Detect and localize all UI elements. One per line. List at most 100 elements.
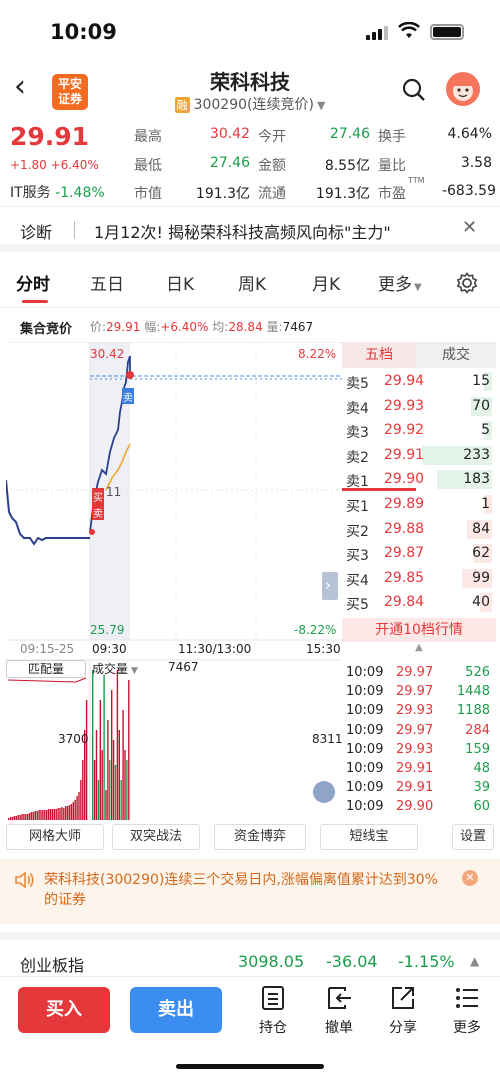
volume-bar (59, 808, 61, 820)
volume-bar (109, 760, 111, 820)
cancel-order-icon (314, 985, 364, 1015)
match-volume-tab[interactable]: 匹配量 (6, 660, 86, 678)
sell-tag-2[interactable]: 卖 (93, 505, 103, 520)
bid-row[interactable]: 买4 29.85 99 (342, 567, 496, 590)
bid-row[interactable]: 买5 29.84 40 (342, 591, 496, 614)
level-volume: 40 (472, 594, 490, 611)
volume-bar (74, 800, 76, 820)
price-change: +1.80 +6.40% (10, 158, 99, 172)
settings-button[interactable]: 设置 (452, 824, 494, 850)
share-icon (378, 985, 428, 1015)
tool-bar: 网格大师 双突战法 资金博弈 短线宝 设置 (0, 824, 500, 854)
double-break-button[interactable]: 双突战法 (112, 824, 200, 850)
tab-weekly-k[interactable]: 周K (238, 270, 266, 295)
float-value: 191.3亿 (315, 186, 370, 202)
diagnose-bar[interactable]: 诊断 1月12次! 揭秘荣科科技高频风向标"主力" ✕ (0, 206, 500, 252)
short-line-button[interactable]: 短线宝 (320, 824, 418, 850)
margin-tag: 融 (174, 97, 190, 113)
volume-total: 7467 (168, 660, 199, 674)
volume-bar (68, 805, 71, 820)
ask-row[interactable]: 卖4 29.93 70 (342, 395, 496, 418)
trade-volume-tab-label: 成交量 (92, 662, 129, 676)
high-label: 最高 (134, 129, 162, 145)
diagnose-text[interactable]: 1月12次! 揭秘荣科科技高频风向标"主力" (94, 219, 454, 243)
trade-tick-row: 10:09 29.90 60 (342, 798, 496, 817)
orderbook-tab-trades[interactable]: 成交 (416, 342, 496, 368)
holdings-button[interactable]: 持仓 (248, 985, 298, 1037)
info-range-label: 幅: (144, 320, 161, 334)
tab-five-day[interactable]: 五日 (90, 270, 124, 295)
volume-bar (114, 765, 117, 820)
volume-bar (46, 810, 48, 820)
tab-daily-k[interactable]: 日K (166, 270, 194, 295)
ask-row[interactable]: 卖3 29.92 5 (342, 419, 496, 442)
volume-bar (93, 760, 96, 820)
notice-text: 荣科科技(300290)连续三个交易日内,涨幅偏离值累计达到30%的证券 (44, 872, 438, 908)
volume-bar (23, 814, 25, 820)
volume-bar (17, 815, 19, 820)
chart-top-pct: 8.22% (298, 347, 337, 361)
search-icon[interactable] (402, 78, 426, 106)
buy-tag[interactable]: 买 (93, 489, 103, 504)
low-value: 27.46 (209, 155, 250, 171)
tick-volume: 39 (473, 780, 490, 796)
status-time: 10:09 (50, 20, 117, 44)
settings-gear-icon[interactable] (456, 272, 478, 298)
bid-row[interactable]: 买1 29.89 1 (342, 493, 496, 516)
volume-bar (80, 780, 82, 820)
tab-monthly-k[interactable]: 月K (312, 270, 340, 295)
avatar[interactable] (446, 72, 480, 106)
index-expand-icon[interactable]: ▲ (470, 954, 479, 968)
tab-intraday[interactable]: 分时 (16, 270, 50, 295)
grid-master-button[interactable]: 网格大师 (6, 824, 104, 850)
tab-more[interactable]: 更多 ▼ (378, 270, 422, 295)
ask-row[interactable]: 卖5 29.94 15 (342, 370, 496, 393)
stock-code-text: 300290(连续竞价) (193, 97, 314, 113)
trade-volume-bars (92, 670, 130, 820)
share-button[interactable]: 分享 (378, 985, 428, 1037)
bid-row[interactable]: 买3 29.87 62 (342, 542, 496, 565)
tick-volume: 284 (465, 722, 490, 738)
battery-icon (430, 24, 464, 40)
more-label: 更多 (453, 1020, 481, 1036)
volume-bar (78, 792, 80, 820)
intraday-chart[interactable]: 30.42 8.22% 25.79 -8.22% 09:15-25 09:30 … (5, 341, 343, 820)
chart-nav-arrow[interactable]: › (325, 576, 331, 594)
sell-button[interactable]: 卖出 (130, 987, 222, 1033)
bid-row[interactable]: 买2 29.88 84 (342, 518, 496, 541)
volume-bar (97, 780, 100, 820)
ask-row[interactable]: 卖1 29.90 183 (342, 468, 496, 491)
capital-game-button[interactable]: 资金博弈 (214, 824, 306, 850)
tick-volume: 159 (465, 741, 490, 757)
current-price: 29.91 (10, 122, 90, 151)
orderbook-tab-five[interactable]: 五档 (342, 342, 416, 368)
level-volume: 183 (463, 471, 490, 488)
vol-ratio-label: 量比 (378, 158, 406, 174)
notice-banner[interactable]: 荣科科技(300290)连续三个交易日内,涨幅偏离值累计达到30%的证券 ✕ (0, 858, 500, 924)
more-button[interactable]: 更多 (442, 985, 492, 1037)
tick-volume: 60 (473, 799, 490, 815)
index-change: -36.04 (326, 952, 378, 971)
index-bar[interactable]: 创业板指 3098.05 -36.04 -1.15% ▲ (0, 932, 500, 976)
notice-close-icon[interactable]: ✕ (462, 870, 478, 886)
volume-bar (57, 808, 59, 820)
chart-bottom-pct: -8.22% (294, 623, 337, 637)
buy-button[interactable]: 买入 (18, 987, 110, 1033)
volume-bar (72, 802, 74, 820)
volume-bar (111, 690, 113, 820)
volume-bar (103, 675, 105, 820)
sector-name: IT服务 (10, 185, 51, 201)
close-icon[interactable]: ✕ (462, 217, 477, 238)
expand-icon[interactable]: ▲ (342, 642, 496, 653)
fullscreen-icon[interactable] (313, 781, 335, 803)
auction-title: 集合竞价 (20, 322, 73, 337)
sell-tag[interactable]: 卖 (123, 389, 133, 404)
sector-info[interactable]: IT服务 -1.48% (10, 182, 105, 202)
ask-row[interactable]: 卖2 29.91 233 (342, 444, 496, 467)
volume-bar (11, 817, 14, 820)
tick-volume: 1448 (456, 684, 490, 700)
volume-bar (21, 814, 23, 820)
cancel-order-button[interactable]: 撤单 (314, 985, 364, 1037)
trade-volume-tab[interactable]: 成交量 ▼ (92, 660, 138, 677)
open-level10-button[interactable]: 开通10档行情 (342, 618, 496, 642)
